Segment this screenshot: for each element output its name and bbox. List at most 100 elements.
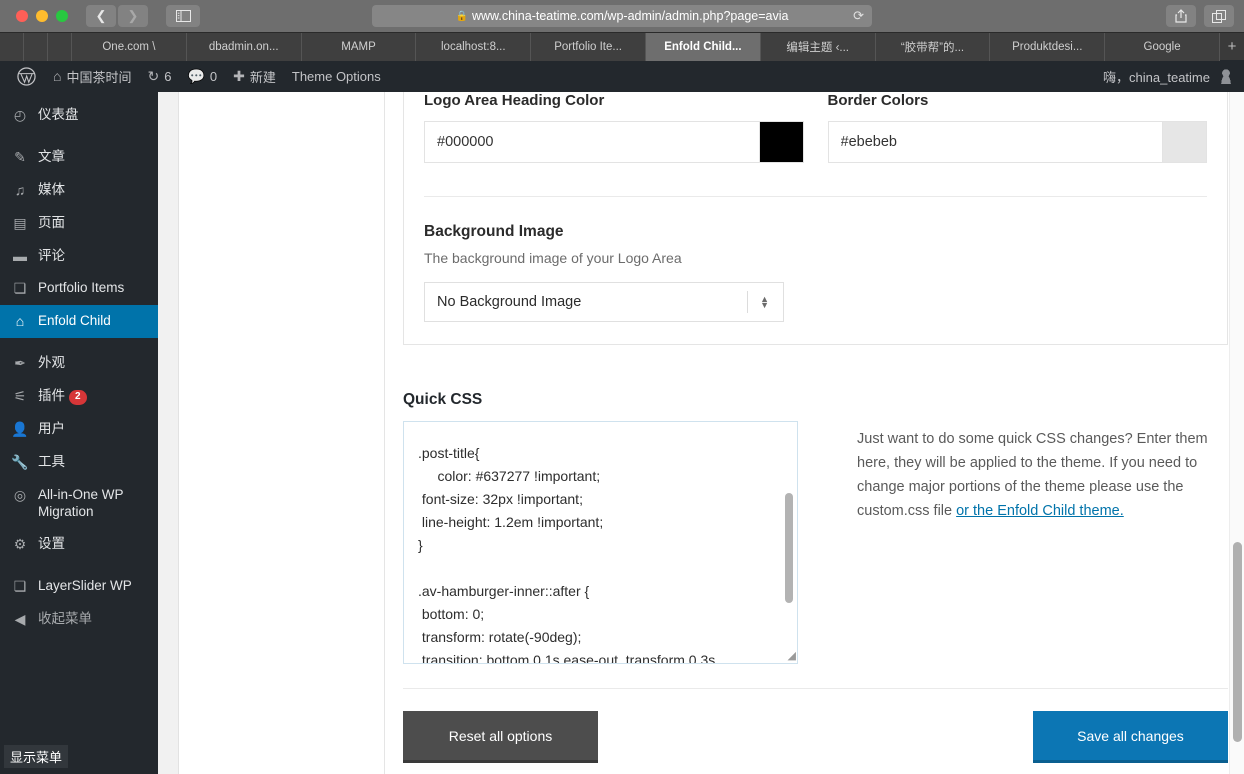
browser-tabbar[interactable]: One.com \ dbadmin.on... MAMP localhost:8…	[0, 32, 1244, 61]
browser-tab[interactable]	[24, 33, 48, 61]
sidebar-toggle-button[interactable]	[166, 5, 200, 27]
wordpress-logo-button[interactable]	[8, 60, 45, 92]
quick-css-scrollbar[interactable]	[785, 425, 793, 660]
sidebar-item-plugins[interactable]: ⚟ 插件 2	[0, 380, 158, 413]
border-colors-label: Border Colors	[827, 92, 929, 109]
tabs-overview-icon	[1212, 9, 1226, 23]
page-scroll-thumb[interactable]	[1233, 542, 1242, 742]
sidebar-item-portfolio-items[interactable]: ❏ Portfolio Items	[0, 272, 158, 305]
show-menu-button[interactable]: 显示菜单	[4, 745, 69, 768]
sidebar-item-label: 页面	[38, 214, 65, 230]
page-scrollbar[interactable]	[1229, 92, 1244, 774]
browser-tab-one-com[interactable]: One.com \	[72, 33, 187, 61]
browser-chrome: ❮ ❯ 🔒 www.china-teatime.com/wp-admin/adm…	[0, 0, 1244, 61]
reset-all-options-button[interactable]: Reset all options	[403, 711, 598, 763]
quick-css-left: Quick CSS .post-title{ color: #637277 !i…	[403, 391, 823, 664]
sidebar-item-tools[interactable]: 🔧 工具	[0, 446, 158, 479]
logo-area-heading-color-swatch[interactable]	[758, 122, 803, 162]
sidebar-toggle-icon	[175, 10, 191, 22]
forward-button[interactable]: ❯	[118, 5, 148, 27]
browser-tab-mamp[interactable]: MAMP	[301, 33, 417, 61]
browser-tab-produktdesign[interactable]: Produktdesi...	[990, 33, 1106, 61]
minimize-window-button[interactable]	[36, 10, 48, 22]
browser-tab[interactable]	[0, 33, 24, 61]
share-icon	[1175, 9, 1187, 23]
sidebar-item-label: 工具	[38, 453, 65, 469]
border-colors-swatch[interactable]	[1162, 122, 1206, 162]
reload-icon[interactable]: ⟳	[853, 8, 864, 24]
back-button[interactable]: ❮	[86, 5, 116, 27]
theme-options-button[interactable]: Theme Options	[284, 60, 389, 92]
browser-tab-enfold-child[interactable]: Enfold Child...	[645, 33, 761, 61]
sidebar-item-label: 设置	[38, 536, 65, 552]
share-button[interactable]	[1166, 5, 1196, 27]
comments-button[interactable]: 💬 0	[179, 60, 225, 92]
updates-count: 6	[164, 68, 172, 84]
tab-label: dbadmin.on...	[208, 41, 279, 53]
browser-tab-google[interactable]: Google	[1105, 33, 1220, 61]
background-image-select[interactable]: No Background Image ▲ ▼	[424, 282, 784, 322]
sidebar-divider	[0, 132, 158, 141]
logo-area-panel: Logo Area Heading Color Border Colors	[403, 92, 1228, 345]
layerslider-icon: ❏	[13, 578, 27, 595]
quick-css-help-text: Just want to do some quick CSS changes? …	[823, 391, 1228, 664]
close-window-button[interactable]	[16, 10, 28, 22]
tab-label: MAMP	[341, 41, 376, 53]
address-bar-container[interactable]: 🔒 www.china-teatime.com/wp-admin/admin.p…	[372, 5, 872, 27]
new-tab-button[interactable]: +	[1219, 33, 1244, 60]
address-bar[interactable]: 🔒 www.china-teatime.com/wp-admin/admin.p…	[372, 5, 872, 27]
user-icon: 👤	[11, 420, 29, 437]
browser-tab-dbadmin[interactable]: dbadmin.on...	[186, 33, 302, 61]
account-menu[interactable]: 嗨，china_teatime	[1103, 67, 1244, 86]
sidebar-item-pages[interactable]: ▤ 页面	[0, 207, 158, 240]
sidebar-item-collapse-menu[interactable]: ◀ 收起菜单	[0, 603, 158, 636]
pin-icon: ✎	[14, 148, 26, 165]
sidebar-item-label: 插件	[38, 388, 65, 403]
sidebar-item-comments[interactable]: ▬ 评论	[0, 240, 158, 273]
sidebar-item-layerslider-wp[interactable]: ❏ LayerSlider WP	[0, 570, 158, 603]
browser-tab-edit-theme[interactable]: 编辑主题 ‹...	[760, 33, 876, 61]
quick-css-scroll-thumb[interactable]	[785, 493, 793, 603]
background-image-description: The background image of your Logo Area	[424, 250, 682, 266]
border-colors-field: Border Colors	[827, 92, 1207, 163]
tab-label: One.com \	[102, 41, 156, 53]
sidebar-item-users[interactable]: 👤 用户	[0, 413, 158, 446]
sidebar-item-appearance[interactable]: ✒ 外观	[0, 347, 158, 380]
new-content-button[interactable]: ✚ 新建	[225, 60, 284, 92]
footer-divider	[403, 688, 1228, 689]
sidebar-item-label: Portfolio Items	[38, 280, 125, 296]
browser-tab-localhost[interactable]: localhost:8...	[416, 33, 532, 61]
tab-label: localhost:8...	[441, 41, 506, 53]
theme-options-nav-column[interactable]	[179, 92, 385, 774]
sidebar-divider	[0, 338, 158, 347]
updates-button[interactable]: ↻ 6	[139, 60, 179, 92]
site-name-button[interactable]: ⌂ 中国茶时间	[45, 60, 139, 92]
border-colors-input-group[interactable]	[827, 121, 1207, 163]
browser-tab-portfolio[interactable]: Portfolio Ite...	[531, 33, 646, 61]
maximize-window-button[interactable]	[56, 10, 68, 22]
browser-tab[interactable]	[48, 33, 72, 61]
tabs-overview-button[interactable]	[1204, 5, 1234, 27]
logo-area-heading-color-input-group[interactable]	[424, 121, 804, 163]
save-all-changes-button[interactable]: Save all changes	[1033, 711, 1228, 763]
quick-css-textarea[interactable]: .post-title{ color: #637277 !important; …	[403, 421, 798, 664]
window-controls[interactable]	[8, 10, 68, 22]
sidebar-item-enfold-child[interactable]: ⌂ Enfold Child	[0, 305, 158, 339]
sidebar-item-media[interactable]: ♫ 媒体	[0, 174, 158, 207]
logo-area-heading-color-input[interactable]	[425, 122, 759, 162]
resize-handle-icon[interactable]: ◢	[782, 648, 796, 662]
house-icon: ⌂	[15, 313, 25, 330]
sidebar-item-all-in-one-wp-migration[interactable]: ◎ All-in-One WP Migration	[0, 479, 158, 529]
browser-tab-tape-gang[interactable]: “胶带帮”的...	[875, 33, 991, 61]
sidebar-item-posts[interactable]: ✎ 文章	[0, 141, 158, 174]
admin-content: Logo Area Heading Color Border Colors	[158, 92, 1244, 774]
panel-divider	[424, 196, 1207, 197]
sidebar-item-dashboard[interactable]: ◴ 仪表盘	[0, 99, 158, 132]
page-icon: ▤	[13, 214, 27, 231]
border-colors-input[interactable]	[828, 122, 1162, 162]
sidebar-item-settings[interactable]: ⚙ 设置	[0, 528, 158, 561]
enfold-child-theme-link[interactable]: or the Enfold Child theme.	[956, 503, 1124, 519]
toolbar-right-buttons[interactable]	[1166, 5, 1234, 27]
lock-icon: 🔒	[455, 10, 468, 22]
navigation-buttons[interactable]: ❮ ❯	[86, 5, 200, 27]
